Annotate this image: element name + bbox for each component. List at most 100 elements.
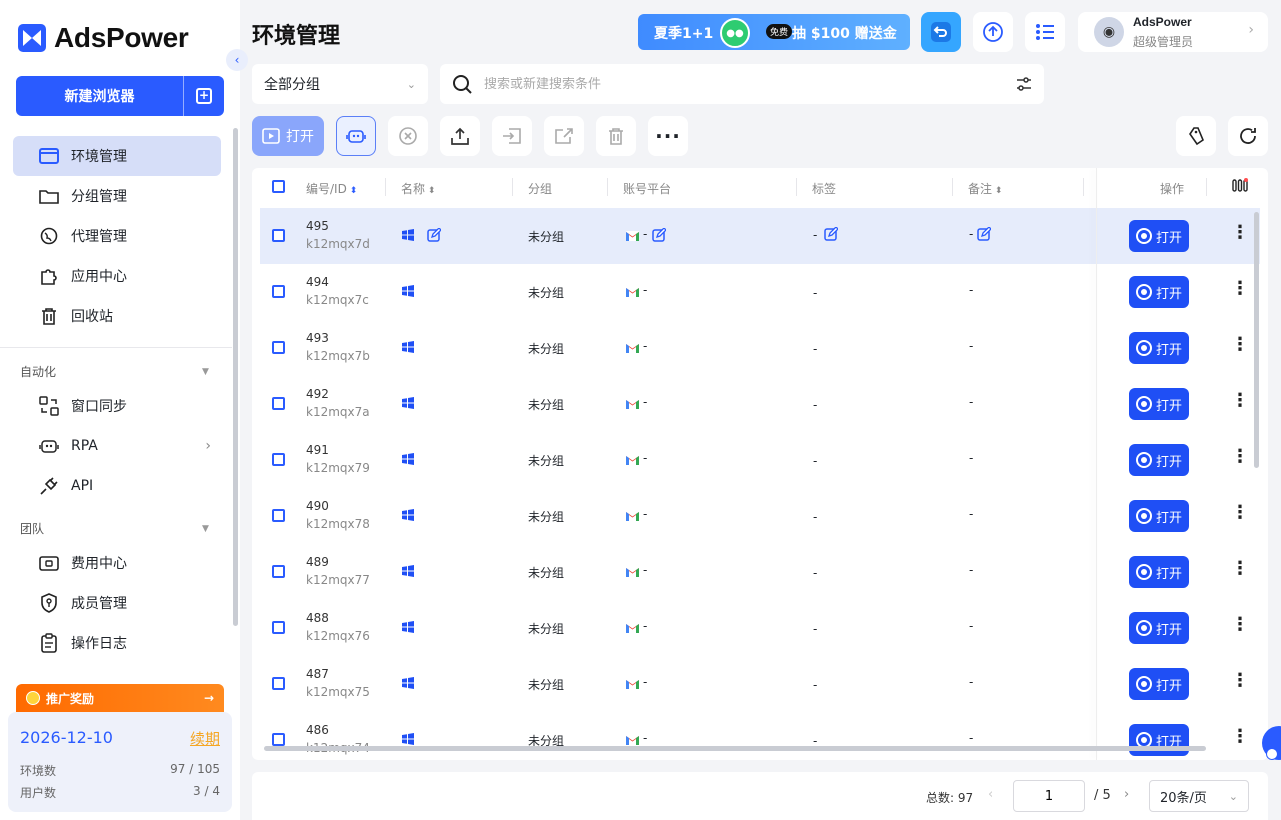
batch-create-button[interactable]: + <box>184 76 224 116</box>
row-checkbox[interactable] <box>272 341 285 354</box>
col-header-id[interactable]: 编号/ID ⬍ <box>306 180 357 197</box>
collapse-sidebar-button[interactable]: ‹ <box>226 49 248 71</box>
select-all-checkbox[interactable] <box>272 180 285 193</box>
table-row[interactable]: 491 k12mqx79 未分组 - - - 打开 ⋮ <box>260 432 1260 488</box>
sidebar-item-rpa[interactable]: RPA › <box>13 426 221 466</box>
sidebar-item-group-management[interactable]: 分组管理 <box>13 176 221 216</box>
column-settings-icon[interactable] <box>1232 178 1248 195</box>
table-row[interactable]: 493 k12mqx7b 未分组 - - - 打开 ⋮ <box>260 320 1260 376</box>
share-button[interactable] <box>544 116 584 156</box>
summer-promo-banner[interactable]: 夏季1+1 ●● 免费 抽 $100 赠送金 <box>638 14 910 50</box>
batch-open-button[interactable]: 打开 <box>252 116 324 156</box>
sidebar-item-env-management[interactable]: 环境管理 <box>13 136 221 176</box>
sync-app-button[interactable] <box>921 12 961 52</box>
prev-page-button[interactable]: ‹ <box>988 787 993 802</box>
row-more-icon[interactable]: ⋮ <box>1231 672 1249 690</box>
filter-sliders-icon[interactable] <box>1016 76 1032 92</box>
open-browser-button[interactable]: 打开 <box>1129 612 1189 644</box>
edit-notes-icon[interactable] <box>977 226 992 241</box>
open-browser-button[interactable]: 打开 <box>1129 724 1189 756</box>
profile-id[interactable]: k12mqx77 <box>306 573 370 587</box>
renew-link[interactable]: 续期 <box>190 728 220 749</box>
table-row[interactable]: 492 k12mqx7a 未分组 - - - 打开 ⋮ <box>260 376 1260 432</box>
user-menu[interactable]: ◉ AdsPower 超级管理员 › <box>1078 12 1268 52</box>
profile-id[interactable]: k12mqx7c <box>306 293 369 307</box>
caret-down-icon[interactable]: ▼ <box>202 367 209 377</box>
sidebar-item-members[interactable]: 成员管理 <box>13 583 221 623</box>
profile-id[interactable]: k12mqx78 <box>306 517 370 531</box>
row-checkbox[interactable] <box>272 677 285 690</box>
upload-button[interactable] <box>440 116 480 156</box>
row-checkbox[interactable] <box>272 733 285 746</box>
row-checkbox[interactable] <box>272 509 285 522</box>
row-checkbox[interactable] <box>272 397 285 410</box>
table-horizontal-scrollbar[interactable] <box>264 746 1206 751</box>
task-list-button[interactable] <box>1025 12 1065 52</box>
col-header-notes[interactable]: 备注 ⬍ <box>968 180 1002 197</box>
edit-tags-icon[interactable] <box>824 226 839 241</box>
upgrade-button[interactable] <box>973 12 1013 52</box>
table-row[interactable]: 489 k12mqx77 未分组 - - - 打开 ⋮ <box>260 544 1260 600</box>
page-number-input[interactable] <box>1013 780 1085 812</box>
next-page-button[interactable]: › <box>1124 787 1129 802</box>
close-browser-button[interactable] <box>388 116 428 156</box>
tag-manage-button[interactable] <box>1176 116 1216 156</box>
open-browser-button[interactable]: 打开 <box>1129 500 1189 532</box>
profile-id[interactable]: k12mqx76 <box>306 629 370 643</box>
open-browser-button[interactable]: 打开 <box>1129 668 1189 700</box>
row-more-icon[interactable]: ⋮ <box>1231 728 1249 746</box>
row-checkbox[interactable] <box>272 229 285 242</box>
profile-id[interactable]: k12mqx75 <box>306 685 370 699</box>
sidebar-item-proxy-management[interactable]: 代理管理 <box>13 216 221 256</box>
rpa-run-button[interactable] <box>336 116 376 156</box>
col-header-name[interactable]: 名称 ⬍ <box>401 180 435 197</box>
app-logo[interactable]: AdsPower <box>18 22 189 54</box>
sidebar-item-window-sync[interactable]: 窗口同步 <box>13 386 221 426</box>
table-row[interactable]: 488 k12mqx76 未分组 - - - 打开 ⋮ <box>260 600 1260 656</box>
row-checkbox[interactable] <box>272 621 285 634</box>
refresh-button[interactable] <box>1228 116 1268 156</box>
row-checkbox[interactable] <box>272 565 285 578</box>
open-browser-button[interactable]: 打开 <box>1129 444 1189 476</box>
open-browser-button[interactable]: 打开 <box>1129 276 1189 308</box>
row-more-icon[interactable]: ⋮ <box>1231 224 1249 242</box>
row-more-icon[interactable]: ⋮ <box>1231 560 1249 578</box>
open-browser-button[interactable]: 打开 <box>1129 556 1189 588</box>
promo-rewards-banner[interactable]: 推广奖励 → <box>16 684 224 712</box>
row-checkbox[interactable] <box>272 285 285 298</box>
table-row[interactable]: 490 k12mqx78 未分组 - - - 打开 ⋮ <box>260 488 1260 544</box>
row-more-icon[interactable]: ⋮ <box>1231 280 1249 298</box>
edit-name-icon[interactable] <box>427 227 442 242</box>
table-row[interactable]: 494 k12mqx7c 未分组 - - - 打开 ⋮ <box>260 264 1260 320</box>
row-more-icon[interactable]: ⋮ <box>1231 616 1249 634</box>
open-browser-button[interactable]: 打开 <box>1129 388 1189 420</box>
delete-button[interactable] <box>596 116 636 156</box>
group-filter-select[interactable]: 全部分组 ⌄ <box>252 64 428 104</box>
import-button[interactable] <box>492 116 532 156</box>
row-more-icon[interactable]: ⋮ <box>1231 336 1249 354</box>
open-browser-button[interactable]: 打开 <box>1129 332 1189 364</box>
row-checkbox[interactable] <box>272 453 285 466</box>
sidebar-item-billing[interactable]: 费用中心 <box>13 543 221 583</box>
open-browser-button[interactable]: 打开 <box>1129 220 1189 252</box>
sidebar-scrollbar[interactable] <box>233 128 238 626</box>
search-input[interactable] <box>484 76 1004 92</box>
sidebar-item-api[interactable]: API <box>13 466 221 506</box>
row-more-icon[interactable]: ⋮ <box>1231 392 1249 410</box>
new-browser-button[interactable]: 新建浏览器 + <box>16 76 224 116</box>
profile-id[interactable]: k12mqx7b <box>306 349 370 363</box>
more-actions-button[interactable]: ··· <box>648 116 688 156</box>
profile-id[interactable]: k12mqx79 <box>306 461 370 475</box>
sidebar-item-app-center[interactable]: 应用中心 <box>13 256 221 296</box>
sidebar-item-recycle-bin[interactable]: 回收站 <box>13 296 221 336</box>
caret-down-icon[interactable]: ▼ <box>202 524 209 534</box>
profile-id[interactable]: k12mqx7a <box>306 405 370 419</box>
row-more-icon[interactable]: ⋮ <box>1231 448 1249 466</box>
row-more-icon[interactable]: ⋮ <box>1231 504 1249 522</box>
table-vertical-scrollbar[interactable] <box>1254 212 1259 468</box>
sidebar-item-operation-log[interactable]: 操作日志 <box>13 623 221 663</box>
table-row[interactable]: 495 k12mqx7d 未分组 - - - 打开 ⋮ <box>260 208 1260 264</box>
table-row[interactable]: 486k12mqx74未分组---打开⋮ <box>260 712 1260 760</box>
edit-platform-icon[interactable] <box>652 227 667 242</box>
page-size-select[interactable]: 20条/页 ⌄ <box>1149 780 1249 812</box>
